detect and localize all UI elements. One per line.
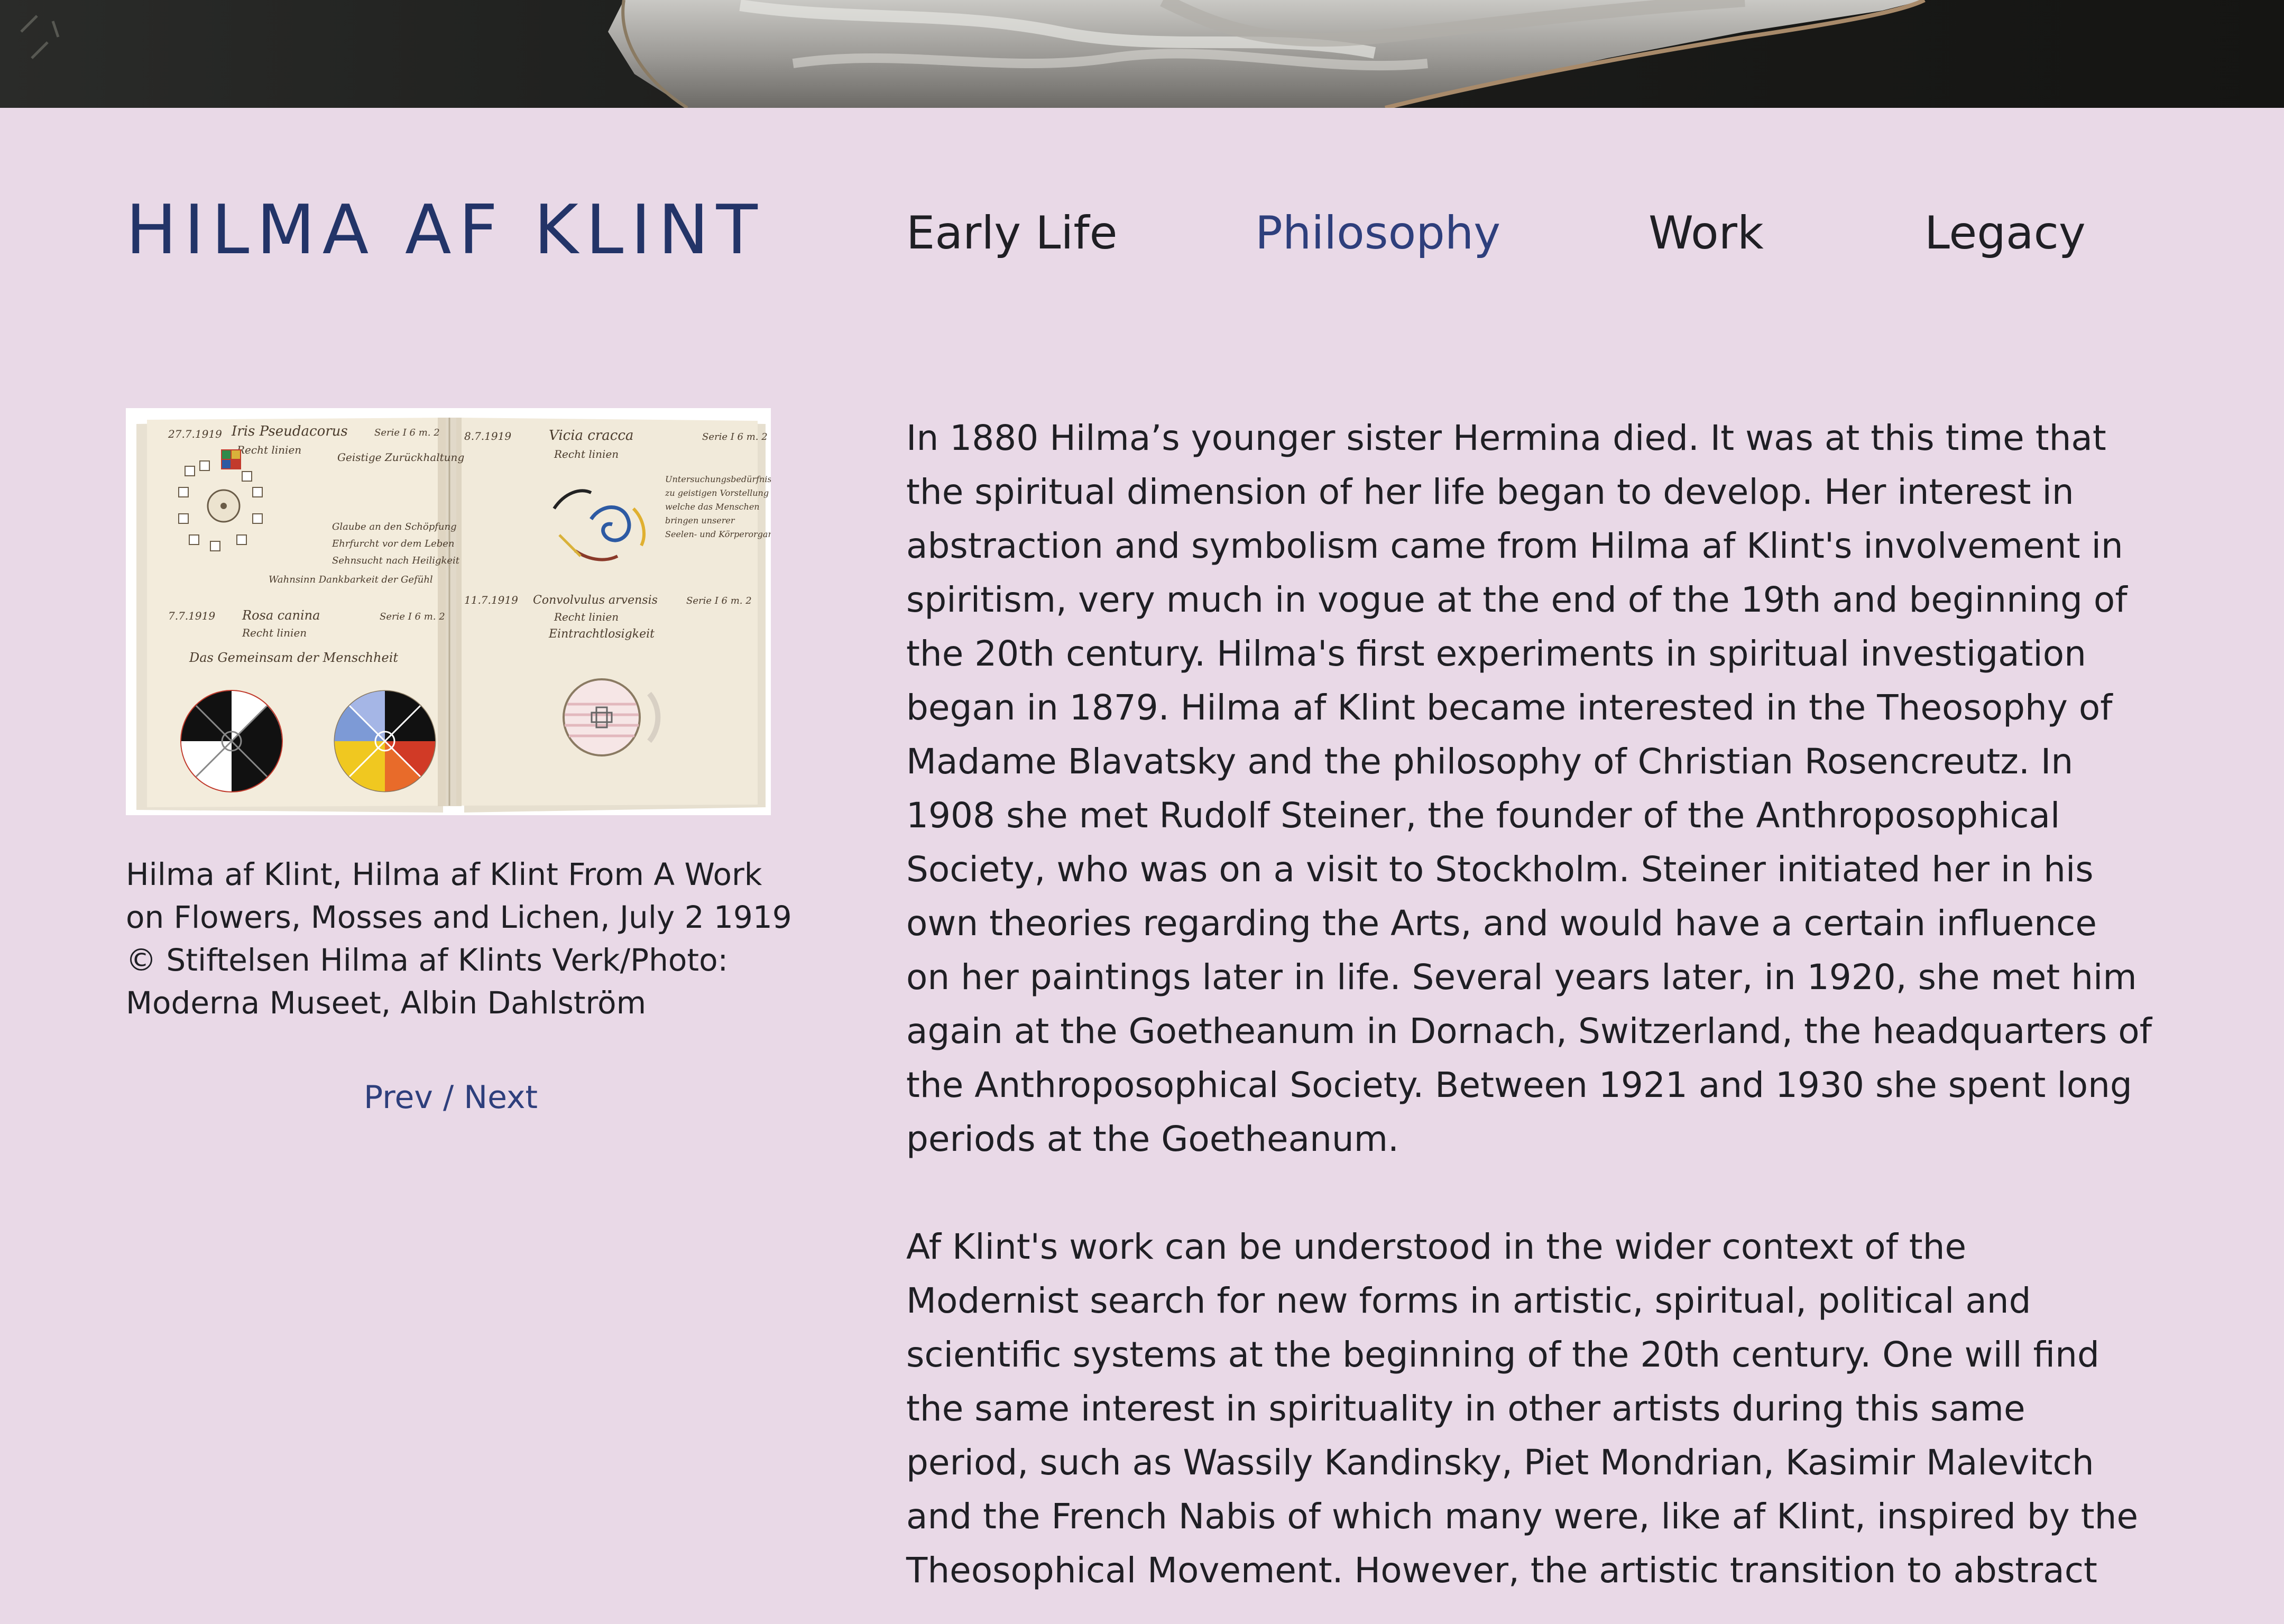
text-line: Modernist search for new forms in artist… bbox=[906, 1280, 2031, 1321]
nav-early-life[interactable]: Early Life bbox=[906, 210, 1118, 256]
text-line: own theories regarding the Arts, and wou… bbox=[906, 903, 2097, 944]
nav-legacy[interactable]: Legacy bbox=[1924, 210, 2086, 256]
text-line: began in 1879. Hilma af Klint became int… bbox=[906, 687, 2113, 728]
note-line-left-2: Das Gemeinsam der Menschheit bbox=[189, 650, 398, 665]
note-title-left-2: Rosa canina bbox=[242, 608, 320, 623]
text-line: the Anthroposophical Society. Between 19… bbox=[906, 1065, 2132, 1105]
text-line: the 20th century. Hilma's first experime… bbox=[906, 633, 2086, 674]
text-line: spiritism, very much in vogue at the end… bbox=[906, 579, 2128, 620]
note-date-left-2: 7.7.1919 bbox=[168, 610, 215, 622]
note-date-right-1: 8.7.1919 bbox=[464, 430, 511, 442]
text-line: periods at the Goetheanum. bbox=[906, 1119, 1399, 1159]
text-line: the same interest in spirituality in oth… bbox=[906, 1388, 2025, 1429]
article-body: In 1880 Hilma’s younger sister Hermina d… bbox=[906, 411, 2152, 1598]
svg-text:Eintrachtlosigkeit: Eintrachtlosigkeit bbox=[548, 628, 655, 641]
note-sub-right-2: Recht linien bbox=[554, 611, 619, 623]
text-line: Madame Blavatsky and the philosophy of C… bbox=[906, 741, 2074, 782]
notebook-illustration: 27.7.1919 Iris Pseudacorus Serie I 6 m. … bbox=[126, 408, 771, 815]
text-line: abstraction and symbolism came from Hilm… bbox=[906, 525, 2123, 566]
page: HILMA AF KLINT Early Life Philosophy Wor… bbox=[0, 0, 2284, 1624]
note-sub-left-2: Recht linien bbox=[242, 626, 307, 639]
note-sub-right-1: Recht linien bbox=[554, 448, 619, 460]
text-line: and the French Nabis of which many were,… bbox=[906, 1496, 2139, 1537]
svg-text:zu geistigen Vorstellung: zu geistigen Vorstellung bbox=[665, 488, 769, 498]
figure-caption: Hilma af Klint, Hilma af Klint From A Wo… bbox=[126, 853, 792, 1025]
svg-text:Ehrfurcht vor dem Leben: Ehrfurcht vor dem Leben bbox=[331, 538, 455, 549]
article-paragraph-2: Af Klint's work can be understood in the… bbox=[906, 1220, 2139, 1598]
note-title-right-1: Vicia cracca bbox=[549, 428, 633, 444]
svg-text:welche das Menschen: welche das Menschen bbox=[665, 502, 760, 512]
caption-line: Moderna Museet, Albin Dahlström bbox=[126, 985, 647, 1021]
text-line: 1908 she met Rudolf Steiner, the founder… bbox=[906, 795, 2060, 836]
note-sub-left-1: Recht linien bbox=[236, 444, 301, 456]
svg-text:Glaube an den Schöpfung: Glaube an den Schöpfung bbox=[332, 521, 457, 532]
note-series-right-1: Serie I 6 m. 2 bbox=[702, 431, 768, 442]
note-text-left-1: Geistige Zurückhaltung bbox=[337, 451, 464, 464]
colour-wheel bbox=[334, 690, 436, 792]
header-banner-image bbox=[0, 0, 2284, 108]
text-line: period, such as Wassily Kandinsky, Piet … bbox=[906, 1442, 2094, 1483]
note-date-right-2: 11.7.1919 bbox=[464, 594, 518, 606]
text-line: scientific systems at the beginning of t… bbox=[906, 1334, 2099, 1375]
article-paragraph-1: In 1880 Hilma’s younger sister Hermina d… bbox=[906, 411, 2152, 1166]
note-title-left-1: Iris Pseudacorus bbox=[231, 423, 348, 439]
note-series-left-1: Serie I 6 m. 2 bbox=[374, 427, 440, 438]
site-logo[interactable]: HILMA AF KLINT bbox=[126, 197, 765, 264]
text-line: Af Klint's work can be understood in the… bbox=[906, 1226, 1967, 1267]
text-line: again at the Goetheanum in Dornach, Swit… bbox=[906, 1011, 2152, 1051]
text-line: In 1880 Hilma’s younger sister Hermina d… bbox=[906, 418, 2106, 458]
svg-text:Wahnsinn Dankbarkeit der Gefüh: Wahnsinn Dankbarkeit der Gefühl bbox=[269, 574, 433, 585]
text-line: on her paintings later in life. Several … bbox=[906, 957, 2137, 998]
caption-line: Hilma af Klint, Hilma af Klint From A Wo… bbox=[126, 856, 762, 892]
svg-text:Untersuchungsbedürfnis: Untersuchungsbedürfnis bbox=[665, 474, 771, 484]
nav-work[interactable]: Work bbox=[1648, 210, 1764, 256]
text-line: the spiritual dimension of her life bega… bbox=[906, 472, 2074, 512]
text-line: Society, who was on a visit to Stockholm… bbox=[906, 849, 2094, 890]
prev-link[interactable]: Prev bbox=[364, 1079, 433, 1116]
black-white-wheel bbox=[180, 690, 283, 792]
caption-line: © Stiftelsen Hilma af Klints Verk/Photo: bbox=[126, 942, 729, 978]
banner-painting bbox=[0, 0, 2284, 108]
svg-text:Sehnsucht nach Heiligkeit: Sehnsucht nach Heiligkeit bbox=[332, 555, 460, 566]
svg-text:Seelen- und Körperorgane: Seelen- und Körperorgane bbox=[665, 529, 771, 539]
notebook-image: 27.7.1919 Iris Pseudacorus Serie I 6 m. … bbox=[126, 408, 771, 815]
next-link[interactable]: Next bbox=[464, 1079, 538, 1116]
pager-separator: / bbox=[432, 1079, 464, 1116]
note-series-right-2: Serie I 6 m. 2 bbox=[686, 595, 752, 606]
note-title-right-2: Convolvulus arvensis bbox=[533, 594, 658, 607]
note-series-left-2: Serie I 6 m. 2 bbox=[380, 611, 445, 622]
note-date-left-1: 27.7.1919 bbox=[168, 428, 222, 440]
caption-line: on Flowers, Mosses and Lichen, July 2 19… bbox=[126, 899, 792, 935]
svg-text:bringen unserer: bringen unserer bbox=[665, 515, 735, 525]
image-pager: Prev / Next bbox=[364, 1082, 538, 1113]
text-line: Theosophical Movement. However, the arti… bbox=[906, 1550, 2097, 1591]
nav-philosophy[interactable]: Philosophy bbox=[1255, 210, 1500, 256]
